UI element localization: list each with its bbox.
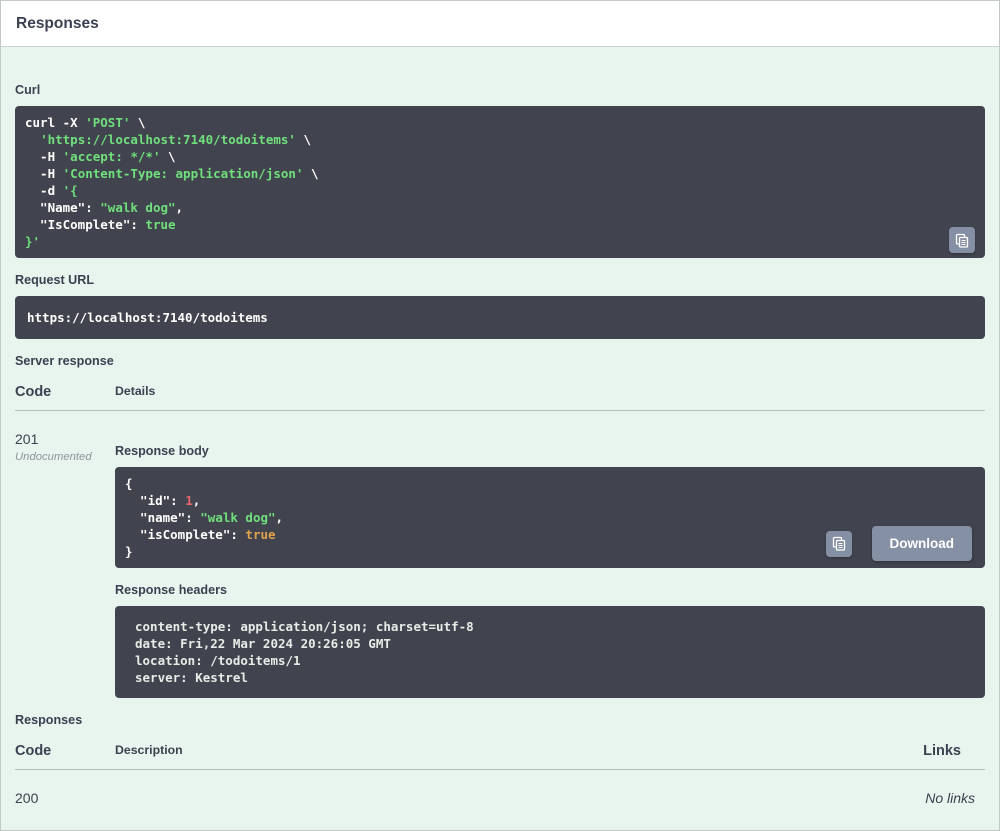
server-response-table-header: Code Details (15, 384, 985, 411)
download-button[interactable]: Download (871, 526, 972, 561)
response-headers-text: content-type: application/json; charset=… (135, 619, 474, 685)
server-response-row: 201 Undocumented Response body { "id": 1… (15, 411, 985, 698)
curl-command-text: curl -X 'POST' \ 'https://localhost:7140… (25, 115, 319, 249)
request-url-value: https://localhost:7140/todoitems (27, 310, 268, 325)
responses-links-header: Links (923, 743, 961, 759)
responses-section-label: Responses (15, 713, 83, 727)
request-url-label: Request URL (15, 273, 95, 287)
details-column-header: Details (115, 384, 156, 398)
panel-title: Responses (16, 14, 99, 32)
code-column-header: Code (15, 384, 52, 400)
undocumented-label: Undocumented (15, 451, 92, 463)
panel-header: Responses (1, 1, 999, 47)
responses-description-header: Description (115, 743, 183, 757)
copy-curl-button[interactable] (949, 227, 975, 253)
swagger-responses-panel: Responses Curl curl -X 'POST' \ 'https:/… (0, 0, 1000, 831)
responses-code-header: Code (15, 743, 52, 759)
clipboard-icon (955, 233, 969, 248)
responses-table-header: Code Description Links (15, 743, 985, 770)
curl-label: Curl (15, 83, 41, 97)
responses-row-200: 200 No links (15, 770, 985, 806)
response-headers-block: content-type: application/json; charset=… (115, 606, 985, 698)
response-200-links: No links (925, 790, 975, 806)
response-headers-label: Response headers (115, 583, 227, 597)
curl-command-block: curl -X 'POST' \ 'https://localhost:7140… (15, 106, 985, 258)
response-code-200: 200 (15, 790, 39, 806)
status-code-cell: 201 Undocumented (15, 431, 115, 463)
copy-response-body-button[interactable] (825, 530, 852, 557)
response-body-label: Response body (115, 444, 209, 458)
status-code: 201 (15, 431, 39, 447)
response-body-block: { "id": 1, "name": "walk dog", "isComple… (115, 467, 985, 568)
response-body-actions: Download (825, 526, 972, 561)
panel-body: Curl curl -X 'POST' \ 'https://localhost… (1, 47, 999, 830)
request-url-block: https://localhost:7140/todoitems (15, 296, 985, 339)
clipboard-icon (832, 536, 846, 551)
response-details-cell: Response body { "id": 1, "name": "walk d… (115, 431, 985, 698)
server-response-label: Server response (15, 354, 114, 368)
